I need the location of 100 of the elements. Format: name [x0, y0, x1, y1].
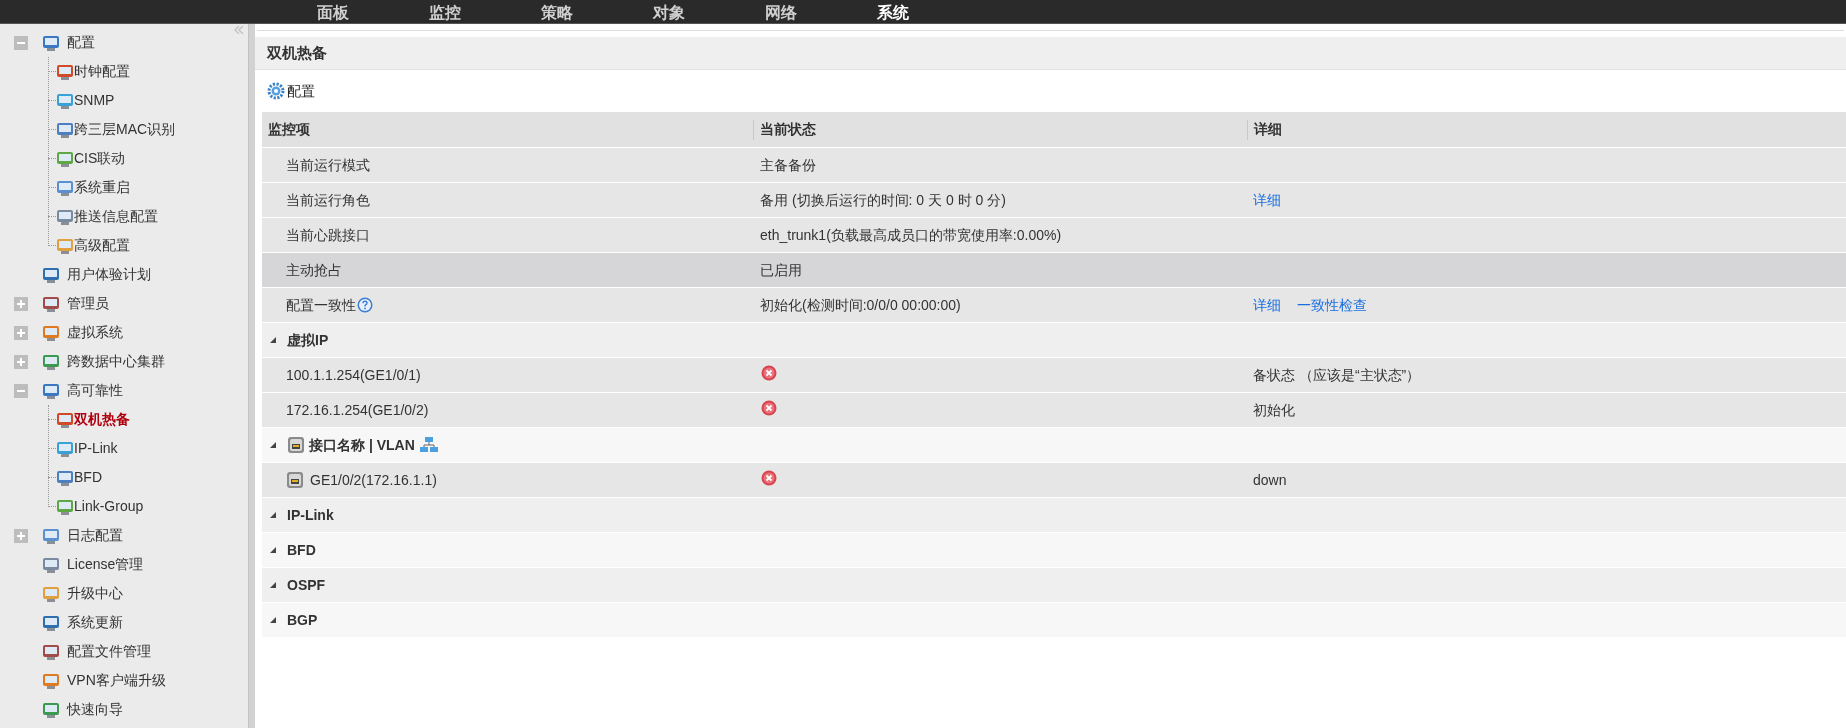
table-cell-text: 配置一致性	[286, 295, 356, 315]
item-icon	[56, 62, 74, 81]
sidebar-item[interactable]: 虚拟系统	[67, 322, 123, 343]
expand-toggle[interactable]	[14, 325, 28, 340]
item-icon	[56, 410, 74, 429]
expand-triangle-icon[interactable]	[269, 581, 277, 589]
sidebar-item[interactable]: 推送信息配置	[74, 206, 158, 227]
collapse-toggle[interactable]	[14, 35, 28, 50]
item-icon	[42, 381, 60, 400]
sidebar-item[interactable]: 升级中心	[67, 583, 123, 604]
item-icon	[42, 613, 60, 632]
sidebar-item[interactable]: BFD	[74, 467, 102, 488]
expand-toggle[interactable]	[14, 354, 28, 369]
expand-toggle[interactable]	[14, 296, 28, 311]
table-cell-text: GE1/0/2(172.16.1.1)	[310, 470, 437, 490]
item-icon	[56, 120, 74, 139]
sidebar-item[interactable]: 时钟配置	[74, 61, 130, 82]
sidebar-item[interactable]: 高可靠性	[67, 380, 123, 401]
item-icon	[42, 33, 60, 52]
detail-link[interactable]: 详细	[1253, 294, 1281, 316]
section-header[interactable]: BGP	[262, 603, 1846, 638]
sidebar-item[interactable]: 配置文件管理	[67, 641, 151, 662]
sidebar-item[interactable]: CIS联动	[74, 148, 126, 169]
gear-icon	[267, 82, 285, 100]
sidebar-item[interactable]: 高级配置	[74, 235, 130, 256]
sidebar-item[interactable]: 快速向导	[67, 699, 123, 720]
panel-title: 双机热备	[267, 42, 327, 63]
column-header: 详细	[1254, 120, 1282, 139]
item-icon	[56, 149, 74, 168]
network-icon	[418, 436, 439, 454]
sidebar-item[interactable]: 管理员	[67, 293, 109, 314]
item-icon	[42, 584, 60, 603]
sidebar-item[interactable]: 系统重启	[74, 177, 130, 198]
item-icon	[56, 439, 74, 458]
expand-triangle-icon[interactable]	[269, 546, 277, 554]
sidebar-item[interactable]: Link-Group	[74, 496, 144, 517]
section-header[interactable]: 接口名称 | VLAN	[262, 428, 1846, 463]
sidebar-item[interactable]: 跨数据中心集群	[67, 351, 165, 372]
section-header[interactable]: BFD	[262, 533, 1846, 568]
nav-tab[interactable]: 策略	[534, 3, 580, 23]
help-icon[interactable]	[357, 297, 373, 313]
expand-triangle-icon[interactable]	[269, 511, 277, 519]
table-cell-text: 当前心跳接口	[286, 225, 370, 245]
sidebar-item[interactable]: SNMP	[74, 90, 115, 111]
sidebar-item[interactable]: IP-Link	[74, 438, 118, 459]
sidebar-item[interactable]: 用户体验计划	[67, 264, 151, 285]
sidebar-item[interactable]: 双机热备	[74, 409, 130, 430]
item-icon	[42, 671, 60, 690]
sidebar-item[interactable]: 日志配置	[67, 525, 123, 546]
sidebar-item[interactable]: VPN客户端升级	[67, 670, 166, 691]
table-cell-text: 当前运行模式	[286, 155, 370, 175]
sidebar-item[interactable]: 系统更新	[67, 612, 123, 633]
sidebar-item[interactable]: 配置	[67, 32, 95, 53]
item-icon	[56, 207, 74, 226]
section-title: 接口名称 | VLAN	[309, 435, 415, 455]
item-icon	[42, 700, 60, 719]
table-cell-text: 100.1.1.254(GE1/0/1)	[286, 365, 421, 385]
item-icon	[42, 642, 60, 661]
table-cell: 初始化	[1253, 401, 1295, 418]
item-icon	[42, 323, 60, 342]
table-cell-text: 主动抢占	[286, 260, 342, 280]
detail-link[interactable]: 一致性检查	[1297, 294, 1367, 316]
sidebar-item[interactable]: 跨三层MAC识别	[74, 119, 176, 140]
table-cell: 备状态 （应该是“主状态”）	[1253, 366, 1421, 383]
section-title: BGP	[287, 610, 318, 630]
section-header[interactable]: IP-Link	[262, 498, 1846, 533]
item-icon	[42, 526, 60, 545]
collapse-toggle[interactable]	[14, 383, 28, 398]
section-header[interactable]: 虚拟IP	[262, 323, 1846, 358]
section-header[interactable]: OSPF	[262, 568, 1846, 603]
table-cell: eth_trunk1(负载最高成员口的带宽使用率:0.00%)	[760, 226, 1062, 243]
item-icon	[56, 468, 74, 487]
item-icon	[56, 497, 74, 516]
nav-tab[interactable]: 网络	[758, 3, 804, 23]
table-cell: down	[1253, 471, 1287, 488]
nav-tab[interactable]: 监控	[422, 3, 468, 23]
table-cell-text: 172.16.1.254(GE1/0/2)	[286, 400, 429, 420]
table-cell: 备用 (切换后运行的时间: 0 天 0 时 0 分)	[760, 191, 1006, 208]
collapse-sidebar-icon[interactable]	[234, 26, 244, 34]
section-title: IP-Link	[287, 505, 334, 525]
nav-tab[interactable]: 系统	[870, 3, 916, 23]
expand-triangle-icon[interactable]	[269, 441, 277, 449]
item-icon	[56, 178, 74, 197]
sidebar-item[interactable]: License管理	[67, 554, 144, 575]
section-title: 虚拟IP	[287, 330, 329, 350]
expand-toggle[interactable]	[14, 528, 28, 543]
expand-triangle-icon[interactable]	[269, 616, 277, 624]
table-cell-text: 当前运行角色	[286, 190, 370, 210]
table-cell: 已启用	[760, 261, 802, 278]
section-title: BFD	[287, 540, 316, 560]
sidebar-splitter[interactable]	[248, 24, 255, 728]
column-header: 当前状态	[760, 120, 816, 139]
section-title: OSPF	[287, 575, 326, 595]
nav-tab[interactable]: 对象	[646, 3, 692, 23]
item-icon	[42, 265, 60, 284]
config-button[interactable]: 配置	[267, 80, 315, 102]
table-cell: 初始化(检测时间:0/0/0 00:00:00)	[760, 296, 961, 313]
nav-tab[interactable]: 面板	[310, 3, 356, 23]
detail-link[interactable]: 详细	[1253, 189, 1281, 211]
expand-triangle-icon[interactable]	[269, 336, 277, 344]
